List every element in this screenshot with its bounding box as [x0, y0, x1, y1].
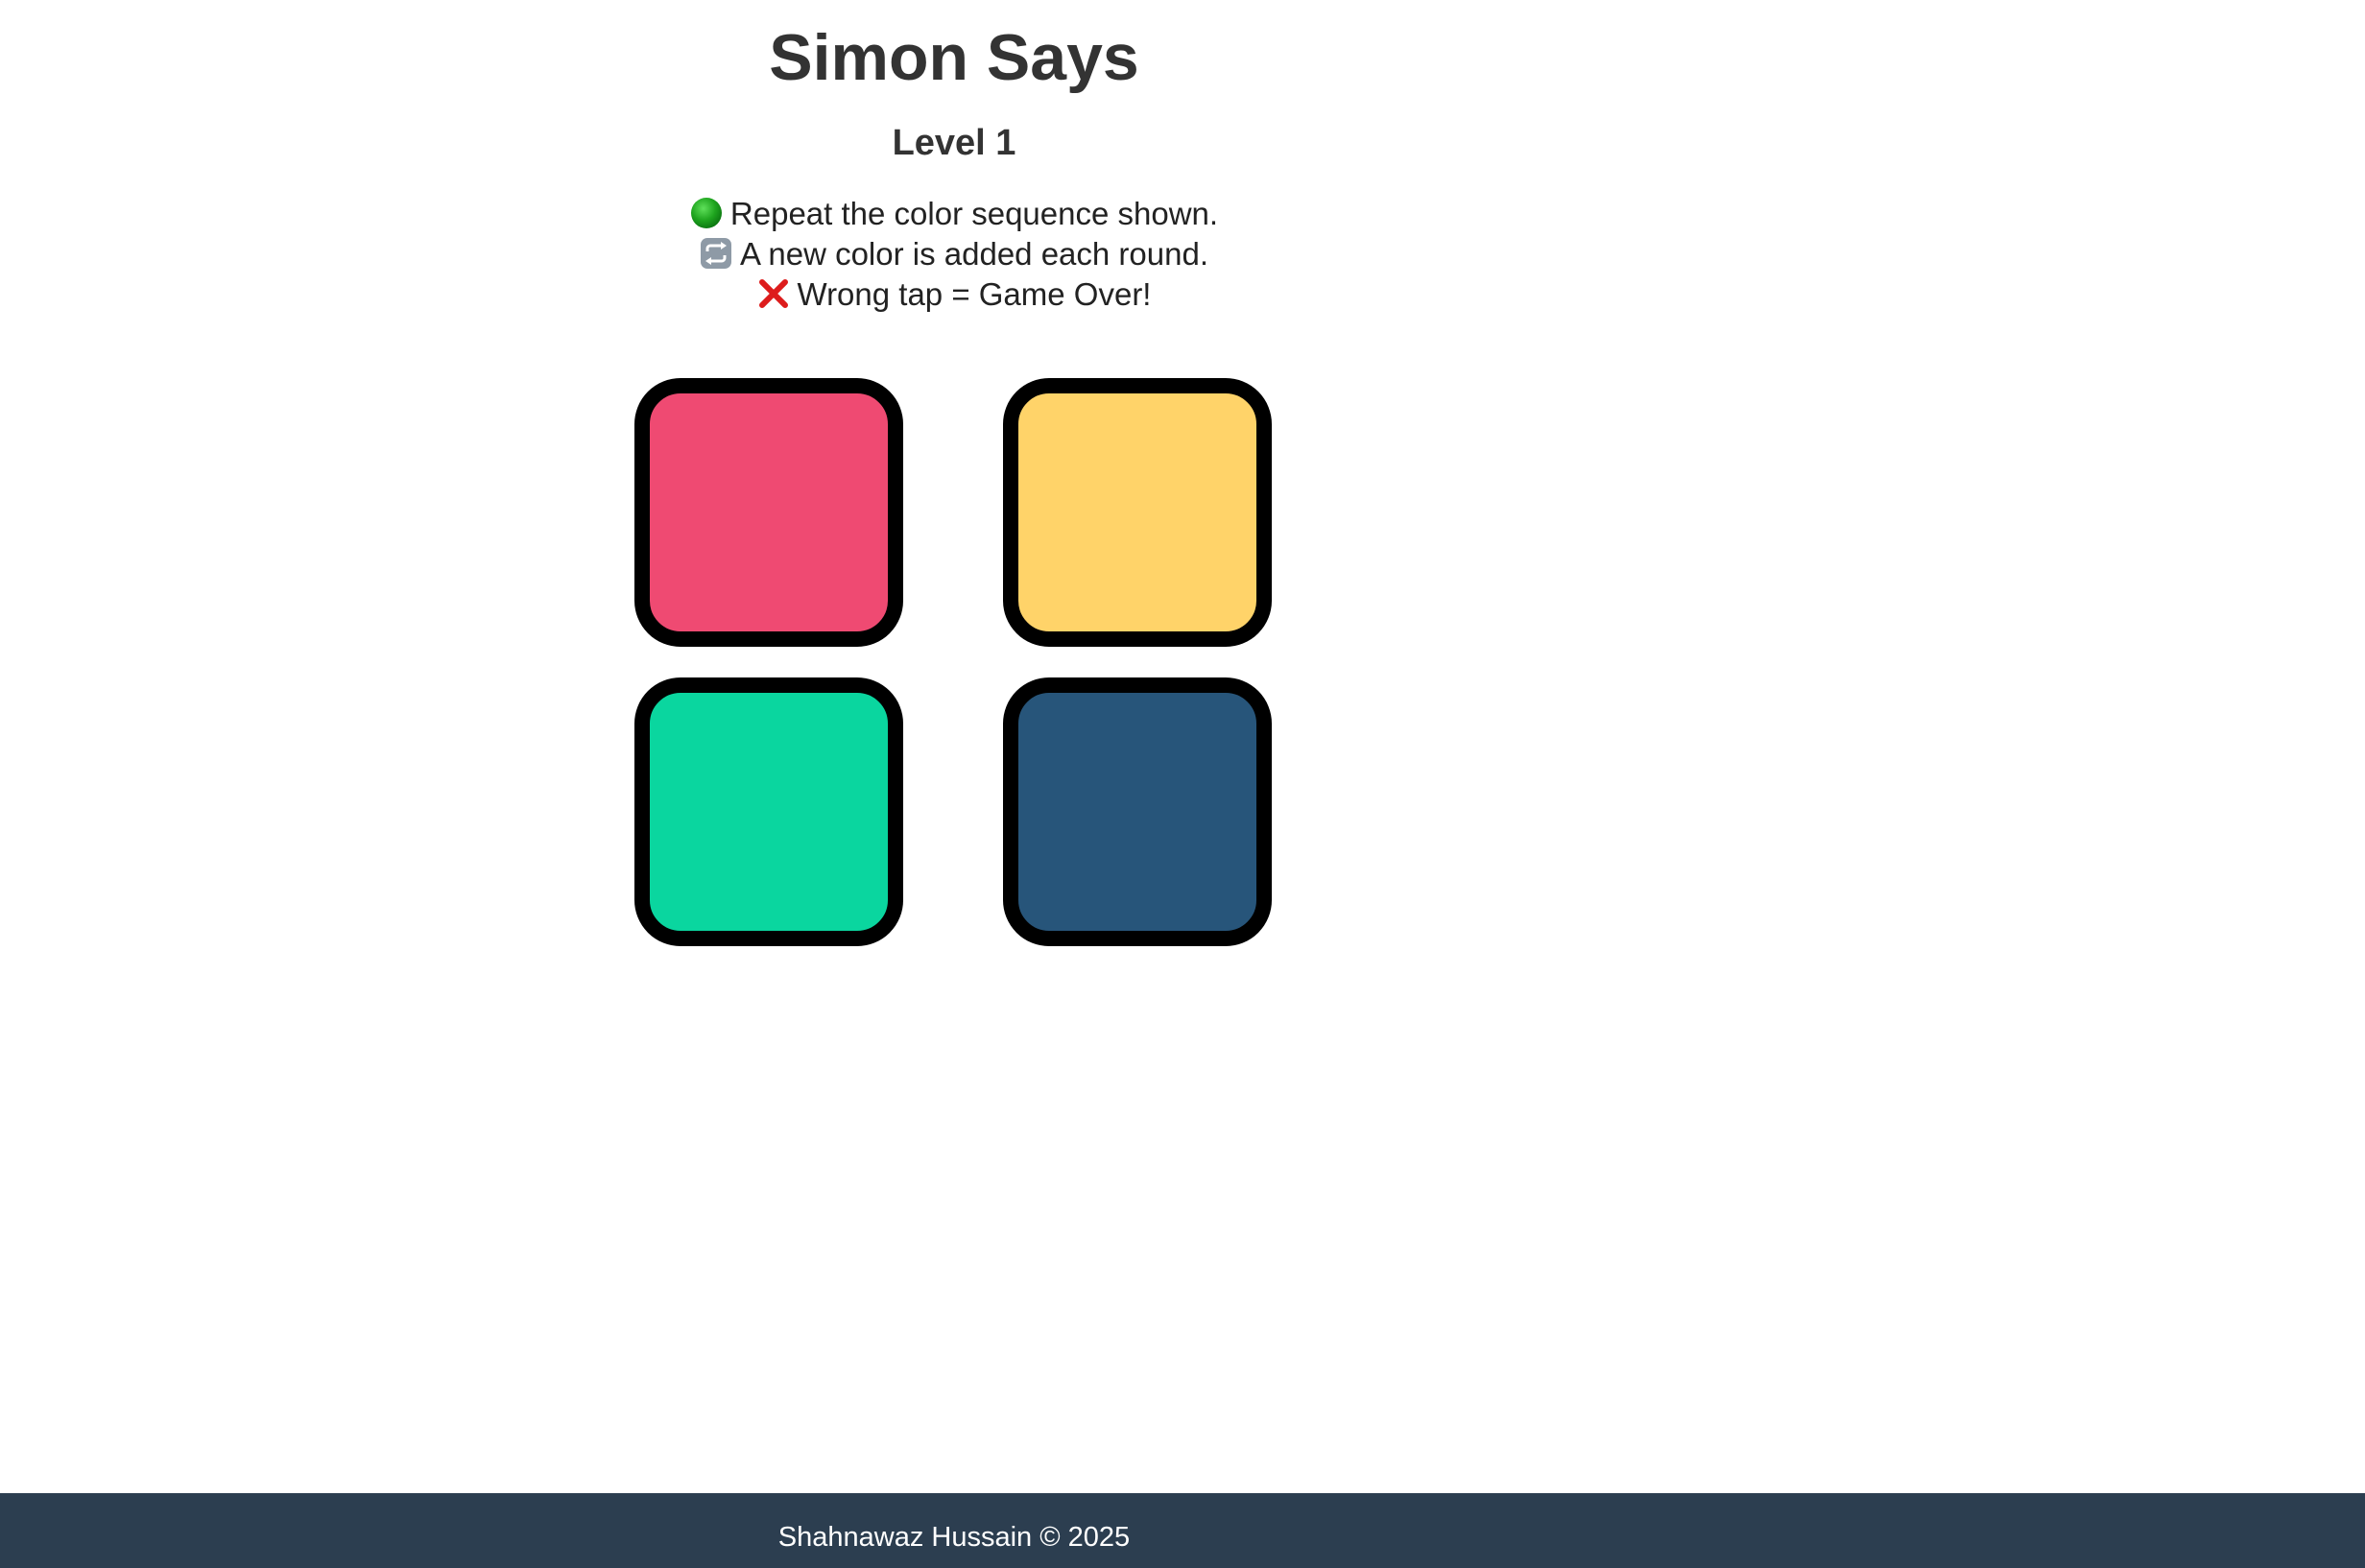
green-circle-icon — [690, 197, 723, 229]
rule-item: Repeat the color sequence shown. — [0, 194, 1908, 234]
game-title: Simon Says — [769, 21, 1139, 94]
rule-text: Repeat the color sequence shown. — [729, 196, 1219, 231]
rule-item: Wrong tap = Game Over! — [0, 274, 1908, 315]
blue-pad[interactable] — [1003, 677, 1272, 946]
page: Simon Says Level 1 Repeat the color sequ… — [0, 0, 2365, 1568]
yellow-pad[interactable] — [1003, 378, 1272, 647]
level-indicator: Level 1 — [892, 123, 1016, 163]
rule-text: Wrong tap = Game Over! — [797, 276, 1152, 312]
repeat-icon — [700, 237, 732, 270]
footer-copyright: Shahnawaz Hussain © 2025 — [777, 1522, 1131, 1553]
rules-list: Repeat the color sequence shown. A new c… — [0, 194, 1908, 315]
cross-mark-icon — [757, 277, 790, 310]
red-pad[interactable] — [634, 378, 903, 647]
green-pad[interactable] — [634, 677, 903, 946]
rule-text: A new color is added each round. — [740, 236, 1208, 272]
footer: Shahnawaz Hussain © 2025 — [0, 1493, 2365, 1568]
rule-item: A new color is added each round. — [0, 234, 1908, 274]
